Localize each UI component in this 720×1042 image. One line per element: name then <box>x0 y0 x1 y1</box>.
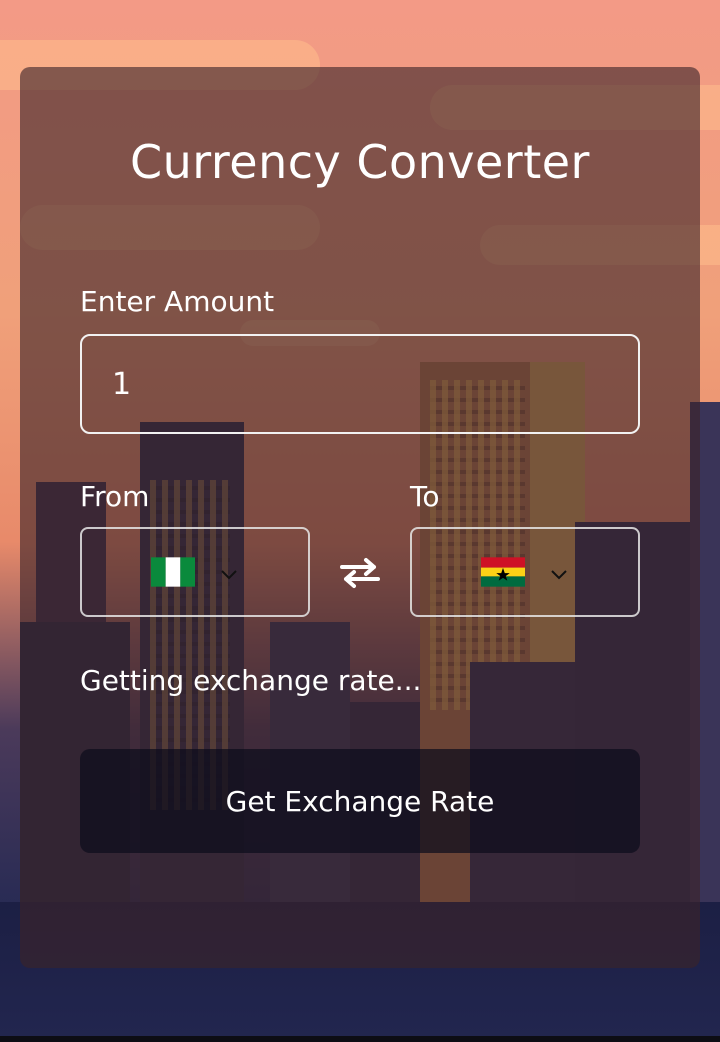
from-label: From <box>80 480 150 513</box>
amount-input[interactable] <box>80 334 640 434</box>
converter-card: Currency Converter Enter Amount From <box>20 67 700 968</box>
nigeria-flag-icon <box>151 557 195 587</box>
swap-arrows-icon <box>340 557 380 593</box>
page-title: Currency Converter <box>130 135 590 189</box>
chevron-down-icon <box>549 566 569 580</box>
chevron-down-icon <box>219 566 239 580</box>
amount-label: Enter Amount <box>80 285 275 318</box>
from-column: From <box>80 480 310 617</box>
to-label: To <box>410 480 440 513</box>
currency-row: From To <box>80 480 640 620</box>
from-currency-select[interactable] <box>80 527 310 617</box>
ghana-flag-icon <box>481 557 525 587</box>
swap-button[interactable] <box>310 530 410 620</box>
get-exchange-rate-button[interactable]: Get Exchange Rate <box>80 749 640 853</box>
exchange-rate-status: Getting exchange rate... <box>80 664 422 697</box>
to-currency-select[interactable] <box>410 527 640 617</box>
to-column: To <box>410 480 640 617</box>
